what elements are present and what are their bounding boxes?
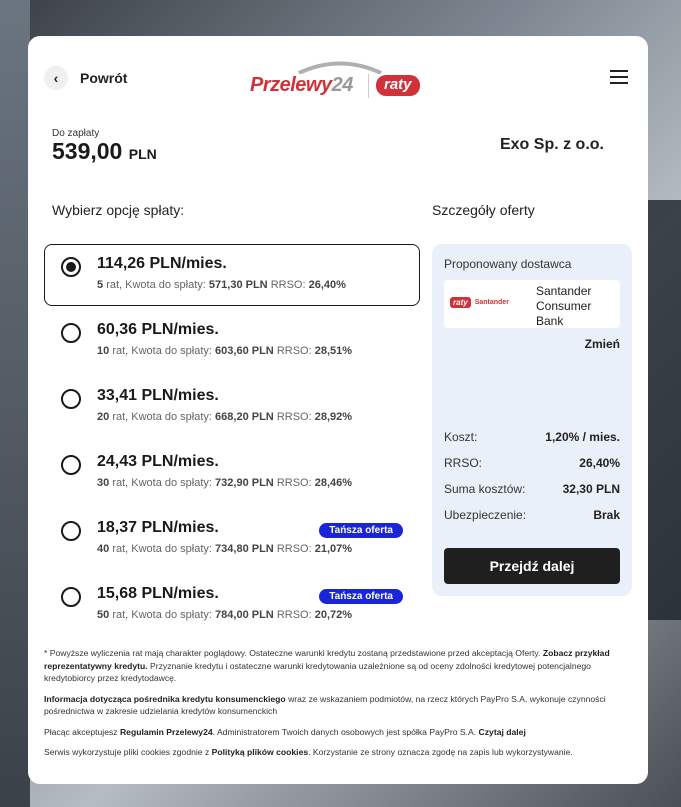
option-monthly: 18,37 PLN/mies. xyxy=(97,519,219,536)
footer-disclaimer: * Powyższe wyliczenia rat mają charakter… xyxy=(44,648,610,683)
details-title: Szczegóły oferty xyxy=(432,202,535,218)
change-provider-link[interactable]: Zmień xyxy=(585,337,620,351)
provider-logo: raty Santander xyxy=(450,297,509,308)
radio-button[interactable] xyxy=(61,521,81,541)
intermediary-info-link[interactable]: Informacja dotycząca pośrednika kredytu … xyxy=(44,694,286,704)
radio-button[interactable] xyxy=(61,455,81,475)
hamburger-menu-icon[interactable] xyxy=(610,70,630,86)
back-label: Powrót xyxy=(80,70,128,86)
option-monthly: 24,43 PLN/mies. xyxy=(97,453,219,470)
option-monthly: 15,68 PLN/mies. xyxy=(97,585,219,602)
logo-text: Przelewy24 xyxy=(250,74,353,96)
option-details: 5 rat, Kwota do spłaty: 571,30 PLN RRSO:… xyxy=(97,279,346,291)
installment-option[interactable]: 18,37 PLN/mies. Tańsza oferta 40 rat, Kw… xyxy=(44,508,420,570)
radio-button[interactable] xyxy=(61,587,81,607)
santander-logo-icon: Santander xyxy=(474,299,509,306)
offer-details-panel: Proponowany dostawca raty Santander Sant… xyxy=(432,244,632,596)
option-details: 20 rat, Kwota do spłaty: 668,20 PLN RRSO… xyxy=(97,411,353,423)
amount-value: 539,00 PLN xyxy=(52,138,157,164)
logo-arc-icon xyxy=(298,61,382,74)
proceed-button[interactable]: Przejdź dalej xyxy=(444,548,620,584)
footer: * Powyższe wyliczenia rat mają charakter… xyxy=(44,647,634,767)
radio-button[interactable] xyxy=(61,257,81,277)
installment-option[interactable]: 15,68 PLN/mies. Tańsza oferta 50 rat, Kw… xyxy=(44,574,420,636)
radio-button[interactable] xyxy=(61,323,81,343)
przelewy24-raty-logo: Przelewy24 raty xyxy=(250,60,430,100)
cheaper-offer-badge: Tańsza oferta xyxy=(319,589,403,604)
cheaper-offer-badge: Tańsza oferta xyxy=(319,523,403,538)
options-title: Wybierz opcję spłaty: xyxy=(52,202,185,218)
footer-terms: Płacąc akceptujesz Regulamin Przelewy24.… xyxy=(44,726,526,737)
provider-box: raty Santander Santander Consumer Bank xyxy=(444,280,620,328)
back-button[interactable]: ‹ Powrót xyxy=(44,66,127,90)
read-more-link[interactable]: Czytaj dalej xyxy=(479,727,526,737)
terms-link[interactable]: Regulamin Przelewy24 xyxy=(120,727,213,737)
option-details: 50 rat, Kwota do spłaty: 784,00 PLN RRSO… xyxy=(97,609,353,621)
payment-card: ‹ Powrót Przelewy24 raty Do zapłaty 539,… xyxy=(28,36,648,784)
radio-button[interactable] xyxy=(61,389,81,409)
installment-option[interactable]: 60,36 PLN/mies. 10 rat, Kwota do spłaty:… xyxy=(44,310,420,372)
option-monthly: 60,36 PLN/mies. xyxy=(97,321,219,338)
logo-separator xyxy=(368,74,369,98)
cookies-policy-link[interactable]: Polityką plików cookies xyxy=(212,747,308,757)
installment-option[interactable]: 114,26 PLN/mies. 5 rat, Kwota do spłaty:… xyxy=(44,244,420,306)
option-details: 10 rat, Kwota do spłaty: 603,60 PLN RRSO… xyxy=(97,345,353,357)
option-details: 40 rat, Kwota do spłaty: 734,80 PLN RRSO… xyxy=(97,543,353,555)
installment-options: 114,26 PLN/mies. 5 rat, Kwota do spłaty:… xyxy=(44,244,420,640)
provider-name: Santander Consumer Bank xyxy=(536,284,592,328)
option-monthly: 114,26 PLN/mies. xyxy=(97,255,227,272)
raty-logo-icon: raty xyxy=(450,297,471,308)
installment-option[interactable]: 33,41 PLN/mies. 20 rat, Kwota do spłaty:… xyxy=(44,376,420,438)
provider-label: Proponowany dostawca xyxy=(444,257,572,271)
installment-option[interactable]: 24,43 PLN/mies. 30 rat, Kwota do spłaty:… xyxy=(44,442,420,504)
option-details: 30 rat, Kwota do spłaty: 732,90 PLN RRSO… xyxy=(97,477,353,489)
merchant-name: Exo Sp. z o.o. xyxy=(499,136,604,153)
detail-row-insurance: Ubezpieczenie: Brak xyxy=(444,508,620,522)
detail-row-total-cost: Suma kosztów: 32,30 PLN xyxy=(444,482,620,496)
footer-intermediary: Informacja dotycząca pośrednika kredytu … xyxy=(44,693,606,717)
detail-row-rrso: RRSO: 26,40% xyxy=(444,456,620,470)
header: ‹ Powrót Przelewy24 raty xyxy=(28,36,648,126)
background-left xyxy=(0,0,30,807)
detail-row-cost: Koszt: 1,20% / mies. xyxy=(444,430,620,444)
chevron-left-icon: ‹ xyxy=(44,66,68,90)
option-monthly: 33,41 PLN/mies. xyxy=(97,387,219,404)
footer-cookies: Serwis wykorzystuje pliki cookies zgodni… xyxy=(44,747,573,757)
raty-badge: raty xyxy=(376,75,420,96)
